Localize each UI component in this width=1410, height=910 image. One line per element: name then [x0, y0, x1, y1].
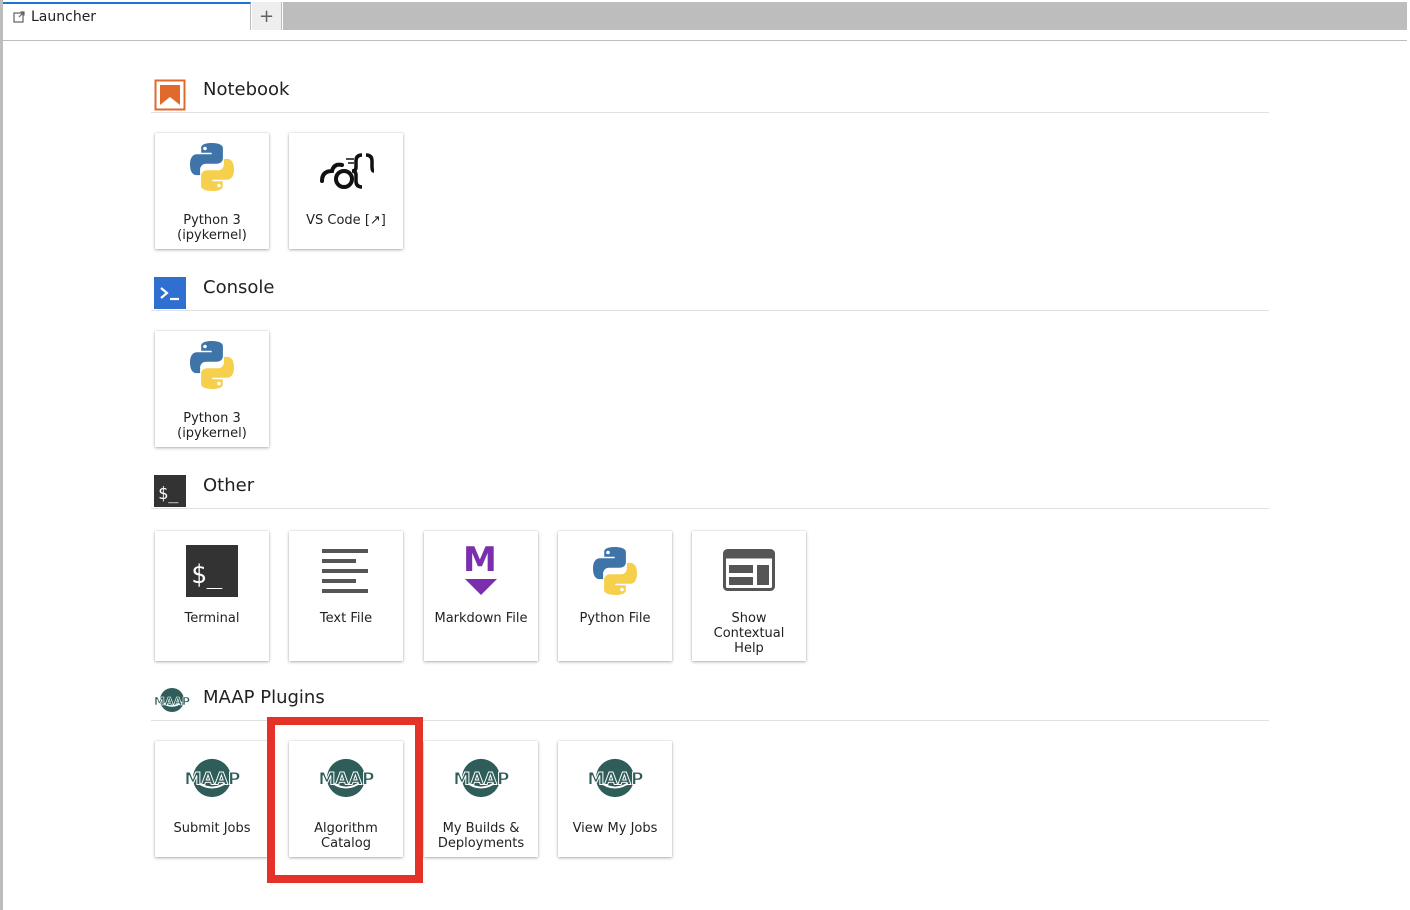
contextual-help-icon: [723, 549, 775, 591]
card-label: VS Code [↗]: [306, 213, 386, 228]
card-label: My Builds & Deployments: [437, 821, 525, 851]
notebook-section: Notebook Python 3 (ipykernel) VS Code [↗…: [151, 76, 1269, 249]
notebook-vscode-card[interactable]: VS Code [↗]: [289, 133, 403, 249]
svg-text:MAAP: MAAP: [184, 770, 240, 790]
tab-bar-empty-area[interactable]: [283, 2, 1407, 30]
console-section: Console Python 3 (ipykernel): [151, 274, 1269, 447]
card-label: Python File: [579, 611, 651, 626]
python-file-card[interactable]: Python File: [558, 531, 672, 661]
svg-text:MAAP: MAAP: [453, 770, 509, 790]
terminal-icon: $_: [186, 545, 238, 597]
submit-jobs-card[interactable]: MAAP Submit Jobs: [155, 741, 269, 857]
card-label: Text File: [319, 611, 373, 626]
maap-logo-icon: MAAP: [453, 758, 510, 798]
my-builds-card[interactable]: MAAP My Builds & Deployments: [424, 741, 538, 857]
add-tab-button[interactable]: +: [252, 2, 282, 30]
card-label: Python 3 (ipykernel): [177, 213, 247, 243]
text-file-icon: [322, 549, 368, 593]
left-border: [0, 0, 3, 910]
svg-text:M: M: [463, 541, 497, 580]
console-section-header: Console: [151, 274, 1269, 311]
notebook-icon: [154, 79, 186, 111]
card-label: Algorithm Catalog: [314, 821, 378, 851]
text-file-card[interactable]: Text File: [289, 531, 403, 661]
svg-text:MAAP: MAAP: [318, 770, 374, 790]
maap-logo-icon: MAAP: [587, 758, 644, 798]
card-label: Markdown File: [434, 611, 528, 626]
vscode-icon: [320, 153, 374, 189]
other-section-header: $_ Other: [151, 472, 1269, 509]
console-section-title: Console: [203, 277, 275, 298]
card-label: Submit Jobs: [173, 821, 251, 836]
markdown-icon: M: [463, 541, 497, 595]
notebook-python3-card[interactable]: Python 3 (ipykernel): [155, 133, 269, 249]
notebook-section-header: Notebook: [151, 76, 1269, 113]
algorithm-catalog-card[interactable]: MAAP Algorithm Catalog: [289, 741, 403, 857]
python-icon: [190, 143, 234, 191]
maap-section-title: MAAP Plugins: [203, 687, 325, 708]
terminal-icon: $_: [154, 475, 186, 507]
python-icon: [593, 547, 637, 595]
console-icon: [154, 277, 186, 309]
launch-icon: [13, 11, 25, 23]
terminal-card[interactable]: $_ Terminal: [155, 531, 269, 661]
tab-launcher-label: Launcher: [31, 9, 97, 25]
svg-text:MAAP: MAAP: [587, 770, 643, 790]
other-section-title: Other: [203, 475, 255, 496]
other-section: $_ Other $_ Terminal Text File M Markdow…: [151, 472, 1269, 661]
maap-logo-icon: MAAP: [154, 688, 190, 712]
maap-logo-icon: MAAP: [318, 758, 375, 798]
card-label: Terminal: [184, 611, 240, 626]
card-label: View My Jobs: [572, 821, 658, 836]
maap-logo-icon: MAAP: [184, 758, 241, 798]
maap-section-header: MAAP MAAP Plugins: [151, 684, 1269, 721]
console-python3-card[interactable]: Python 3 (ipykernel): [155, 331, 269, 447]
svg-text:$_: $_: [191, 560, 223, 590]
maap-section: MAAP MAAP Plugins MAAP Submit Jobs MAAP …: [151, 684, 1269, 857]
card-label: Python 3 (ipykernel): [177, 411, 247, 441]
card-label: Show Contextual Help: [713, 611, 785, 656]
view-my-jobs-card[interactable]: MAAP View My Jobs: [558, 741, 672, 857]
notebook-section-title: Notebook: [203, 79, 290, 100]
markdown-file-card[interactable]: M Markdown File: [424, 531, 538, 661]
tab-launcher[interactable]: Launcher: [3, 2, 251, 30]
python-icon: [190, 341, 234, 389]
svg-text:$_: $_: [158, 484, 179, 504]
tab-bar: Launcher +: [3, 0, 1407, 41]
svg-text:MAAP: MAAP: [154, 695, 190, 708]
contextual-help-card[interactable]: Show Contextual Help: [692, 531, 806, 661]
